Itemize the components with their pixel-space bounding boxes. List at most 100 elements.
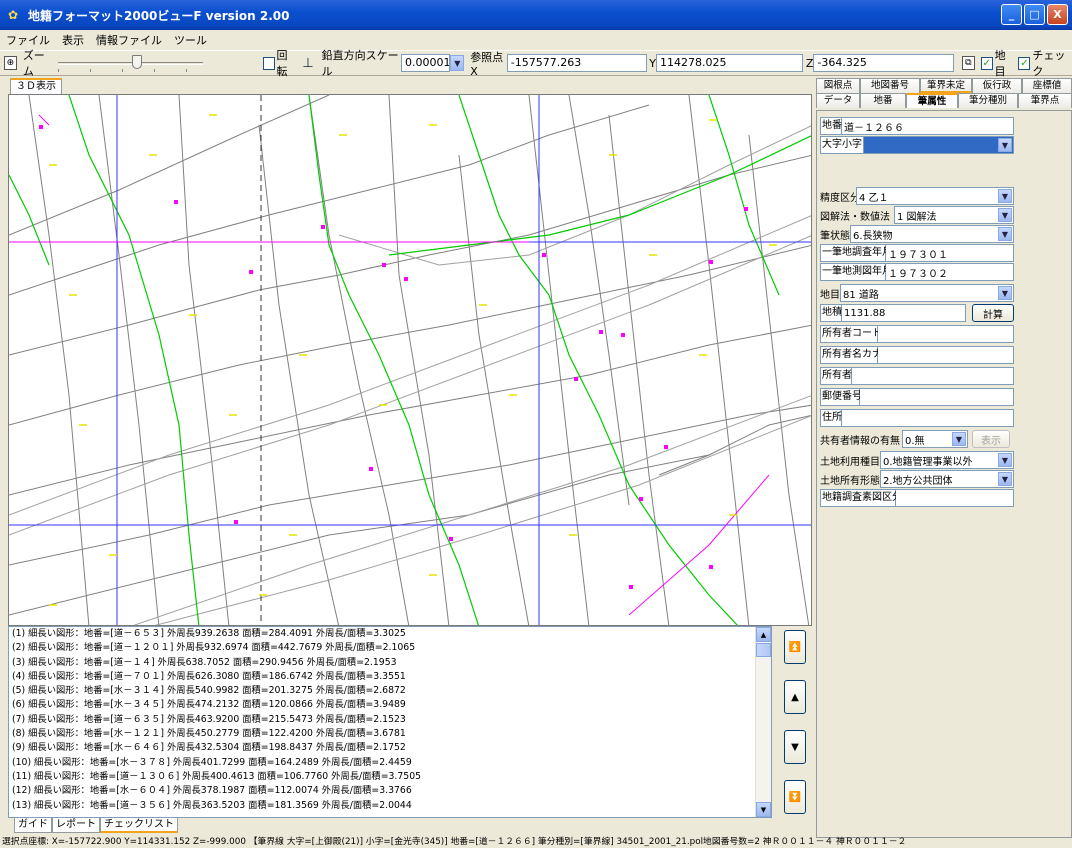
zukai-select[interactable]: 1 図解法 ▼ <box>894 206 1014 224</box>
copy-icon[interactable]: ⧉ <box>961 56 975 70</box>
scroll-down-icon[interactable]: ▼ <box>756 802 771 817</box>
output-scrollbar[interactable]: ▲ ▼ <box>755 627 771 817</box>
zoom-slider[interactable] <box>58 54 203 72</box>
tab-chiban[interactable]: 地番 <box>860 93 906 108</box>
maximize-button[interactable]: □ <box>1024 4 1045 25</box>
menu-infofile[interactable]: 情報ファイル <box>96 32 162 48</box>
first-button[interactable]: ⏫ <box>784 630 806 664</box>
tab-hitsubun-shubetsu[interactable]: 筆分種別 <box>958 93 1018 108</box>
calc-button[interactable]: 計算 <box>972 304 1014 322</box>
chimoku-checkbox[interactable]: ✓ <box>980 56 993 70</box>
kyoyu-dropdown-icon[interactable]: ▼ <box>952 432 966 446</box>
vscale-label: 鉛直方向スケール <box>321 49 399 78</box>
z-field[interactable]: -364.325 <box>813 54 954 72</box>
hitsujo-label: 筆状態 <box>820 230 850 242</box>
owner-code-field[interactable] <box>878 325 1014 343</box>
riyo-select[interactable]: 0.地籍管理事業以外 ▼ <box>880 451 1014 469</box>
road-edges <box>9 125 811 625</box>
sozu-field[interactable] <box>896 489 1014 507</box>
nav-buttons: ⏫ ▲ ▼ ⏬ <box>784 630 806 820</box>
shoyu-select[interactable]: 2.地方公共団体 ▼ <box>880 470 1014 488</box>
rotate-checkbox[interactable] <box>262 56 275 70</box>
scroll-thumb[interactable] <box>756 643 771 657</box>
tab-hikkaiten[interactable]: 筆界点 <box>1018 93 1072 108</box>
list-item[interactable]: (5) 細長い図形：地番=[水－３１４] 外周長540.9982 面積=201.… <box>9 684 771 698</box>
tab-checklist[interactable]: チェックリスト <box>100 818 178 833</box>
tab-data[interactable]: データ <box>816 93 860 108</box>
tabs-row-1: 図根点 地図番号 筆界未定 仮行政 座標値 <box>816 78 1072 93</box>
list-item[interactable]: (13) 細長い図形：地番=[道－３５６] 外周長363.5203 面積=181… <box>9 799 771 813</box>
parcel-map[interactable] <box>9 95 812 626</box>
chiban-field[interactable]: 道－１２６６ <box>842 117 1014 135</box>
zoom-slider-thumb[interactable] <box>131 55 142 69</box>
chosa-field[interactable]: １９７３０１ <box>886 244 1014 262</box>
address-field[interactable] <box>842 409 1014 427</box>
last-button[interactable]: ⏬ <box>784 780 806 814</box>
list-item[interactable]: (10) 細長い図形：地番=[水－３７８] 外周長401.7299 面積=164… <box>9 756 771 770</box>
list-item[interactable]: (6) 細長い図形：地番=[水－３４５] 外周長474.2132 面積=120.… <box>9 698 771 712</box>
up-button[interactable]: ▲ <box>784 680 806 714</box>
y-field[interactable]: 114278.025 <box>655 54 803 72</box>
owner-field[interactable] <box>852 367 1014 385</box>
hitsujo-dropdown-icon[interactable]: ▼ <box>998 227 1012 241</box>
tab-hikkai-mitei[interactable]: 筆界未定 <box>920 78 972 93</box>
oaza-select[interactable]: ▼ <box>864 136 1014 154</box>
oaza-dropdown-icon[interactable]: ▼ <box>998 138 1012 152</box>
tab-zukonten[interactable]: 図根点 <box>816 78 860 93</box>
seido-select[interactable]: 4 乙１ ▼ <box>856 187 1014 205</box>
tab-zahyochi[interactable]: 座標値 <box>1022 78 1072 93</box>
menu-view[interactable]: 表示 <box>62 32 84 48</box>
tab-report[interactable]: レポート <box>52 818 100 833</box>
app-icon: ✿ <box>8 8 19 22</box>
seido-dropdown-icon[interactable]: ▼ <box>998 189 1012 203</box>
close-button[interactable]: X <box>1047 4 1068 25</box>
display-button[interactable]: 表示 <box>972 430 1010 448</box>
list-item[interactable]: (3) 細長い図形：地番=[道－１４] 外周長638.7052 面積=290.9… <box>9 656 771 670</box>
tab-kari-gyosei[interactable]: 仮行政 <box>972 78 1022 93</box>
list-item[interactable]: (12) 細長い図形：地番=[水－６０４] 外周長378.1987 面積=112… <box>9 784 771 798</box>
axis-icon[interactable]: ⊥ <box>302 56 313 71</box>
menu-tools[interactable]: ツール <box>174 32 207 48</box>
list-item[interactable]: (8) 細長い図形：地番=[水－１２１] 外周長450.2779 面積=122.… <box>9 727 771 741</box>
check-checkbox[interactable]: ✓ <box>1018 56 1031 70</box>
menu-file[interactable]: ファイル <box>6 32 50 48</box>
list-item[interactable]: (7) 細長い図形：地番=[道－６３５] 外周長463.9200 面積=215.… <box>9 713 771 727</box>
x-field[interactable]: -157577.263 <box>506 54 648 72</box>
zoom-icon[interactable]: ⊕ <box>4 56 17 70</box>
zukai-dropdown-icon[interactable]: ▼ <box>998 208 1012 222</box>
map-canvas[interactable] <box>8 94 812 626</box>
tab-guide[interactable]: ガイド <box>14 818 52 833</box>
list-item[interactable]: (9) 細長い図形：地番=[水－６４６] 外周長432.5304 面積=198.… <box>9 741 771 755</box>
vscale-select[interactable]: 0.00001 <box>401 54 451 72</box>
sokuryo-field[interactable]: １９７３０２ <box>886 263 1014 281</box>
list-item[interactable]: (11) 細長い図形：地番=[道－１３０６] 外周長400.4613 面積=10… <box>9 770 771 784</box>
kyoyu-label: 共有者情報の有無 <box>820 435 900 447</box>
chosa-label: 一筆地調査年月 <box>820 244 892 262</box>
check-output-list[interactable]: (1) 細長い図形：地番=[道－６５３] 外周長939.2638 面積=284.… <box>8 626 772 818</box>
kyoyu-select[interactable]: 0.無 ▼ <box>902 430 968 448</box>
down-button[interactable]: ▼ <box>784 730 806 764</box>
shoyu-dropdown-icon[interactable]: ▼ <box>998 472 1012 486</box>
riyo-dropdown-icon[interactable]: ▼ <box>998 453 1012 467</box>
owner-code-label: 所有者コード <box>820 325 882 343</box>
tab-chizu-bango[interactable]: 地図番号 <box>860 78 920 93</box>
hitsujo-select[interactable]: 6.長狭物 ▼ <box>850 225 1014 243</box>
list-item[interactable]: (1) 細長い図形：地番=[道－６５３] 外周長939.2638 面積=284.… <box>9 627 771 641</box>
attribute-form: 地番 道－１２６６ 大字小字 ▼ 精度区分 4 乙１ ▼ 図解法・数値法 1 図解… <box>816 110 1072 838</box>
chimoku-dropdown-icon[interactable]: ▼ <box>998 286 1012 300</box>
owner-kana-field[interactable] <box>878 346 1014 364</box>
row-owner-kana: 所有者名カナ <box>820 346 1014 364</box>
vscale-dropdown-icon[interactable]: ▼ <box>450 55 465 71</box>
list-item[interactable]: (2) 細長い図形：地番=[道－１２０１] 外周長932.6974 面積=442… <box>9 641 771 655</box>
owner-label: 所有者 <box>820 367 852 385</box>
minimize-button[interactable]: _ <box>1001 4 1022 25</box>
row-sokuryo: 一筆地測図年月 １９７３０２ <box>820 263 1014 281</box>
boundary-points <box>39 125 748 589</box>
chiseki-field[interactable]: 1131.88 <box>842 304 966 322</box>
tab-3d-view[interactable]: ３Ｄ表示 <box>10 78 62 94</box>
chimoku-select[interactable]: 81 道路 ▼ <box>840 284 1014 302</box>
scroll-up-icon[interactable]: ▲ <box>756 627 771 642</box>
postal-field[interactable] <box>860 388 1014 406</box>
tab-hitsu-zokusei[interactable]: 筆属性 <box>906 93 958 108</box>
list-item[interactable]: (4) 細長い図形：地番=[道－７０１] 外周長626.3080 面積=186.… <box>9 670 771 684</box>
